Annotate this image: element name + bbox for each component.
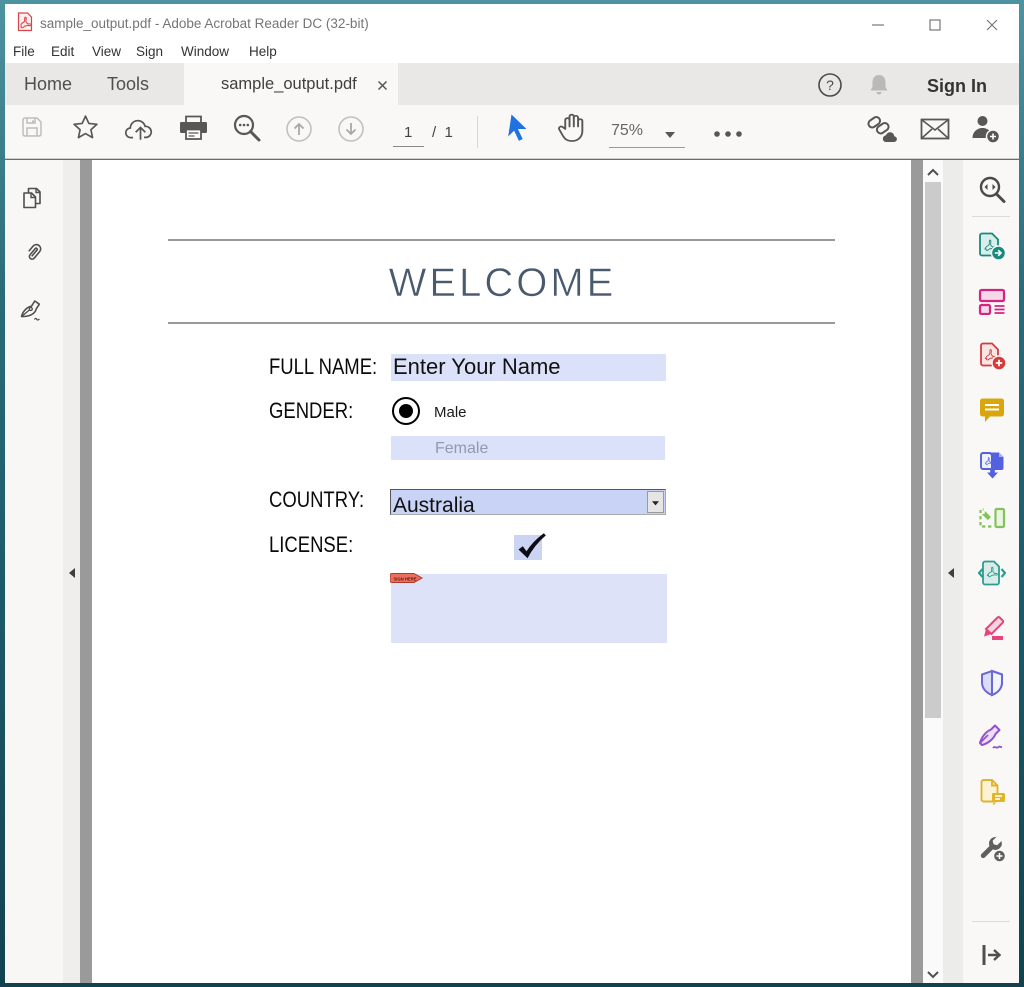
svg-text:SIGN HERE: SIGN HERE [394,577,417,582]
svg-text:?: ? [826,77,834,93]
